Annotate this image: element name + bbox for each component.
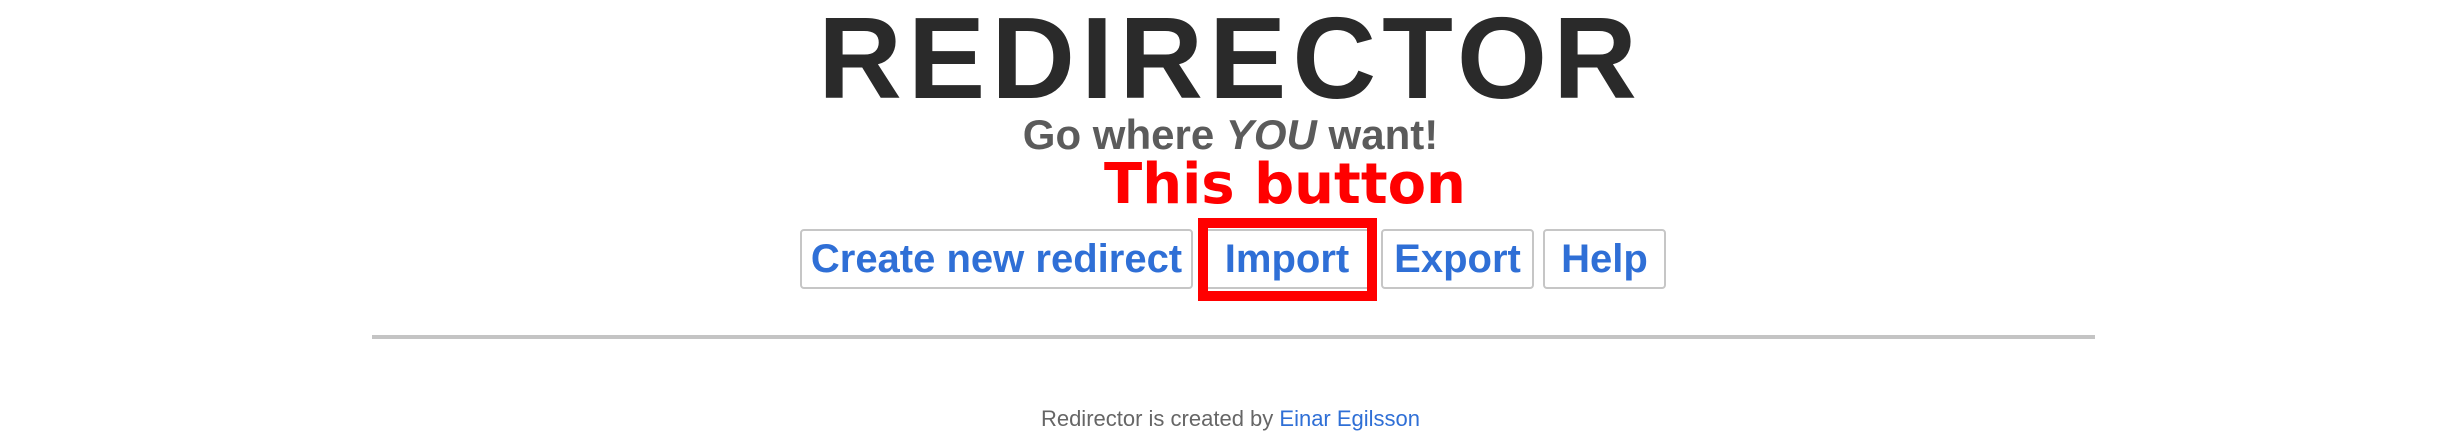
footer-text: Redirector is created by	[1040, 406, 1280, 431]
author-link[interactable]: Einar Egilsson	[1279, 406, 1420, 431]
app-title: REDIRECTOR	[818, 0, 1643, 123]
import-button[interactable]: Import	[1201, 229, 1373, 289]
divider	[372, 335, 2095, 339]
export-button[interactable]: Export	[1381, 229, 1534, 289]
footer: Redirector is created by Einar Egilsson	[0, 406, 2461, 432]
create-new-redirect-button[interactable]: Create new redirect	[800, 229, 1193, 289]
annotation-label: This button	[1104, 152, 1466, 217]
help-button[interactable]: Help	[1543, 229, 1666, 289]
